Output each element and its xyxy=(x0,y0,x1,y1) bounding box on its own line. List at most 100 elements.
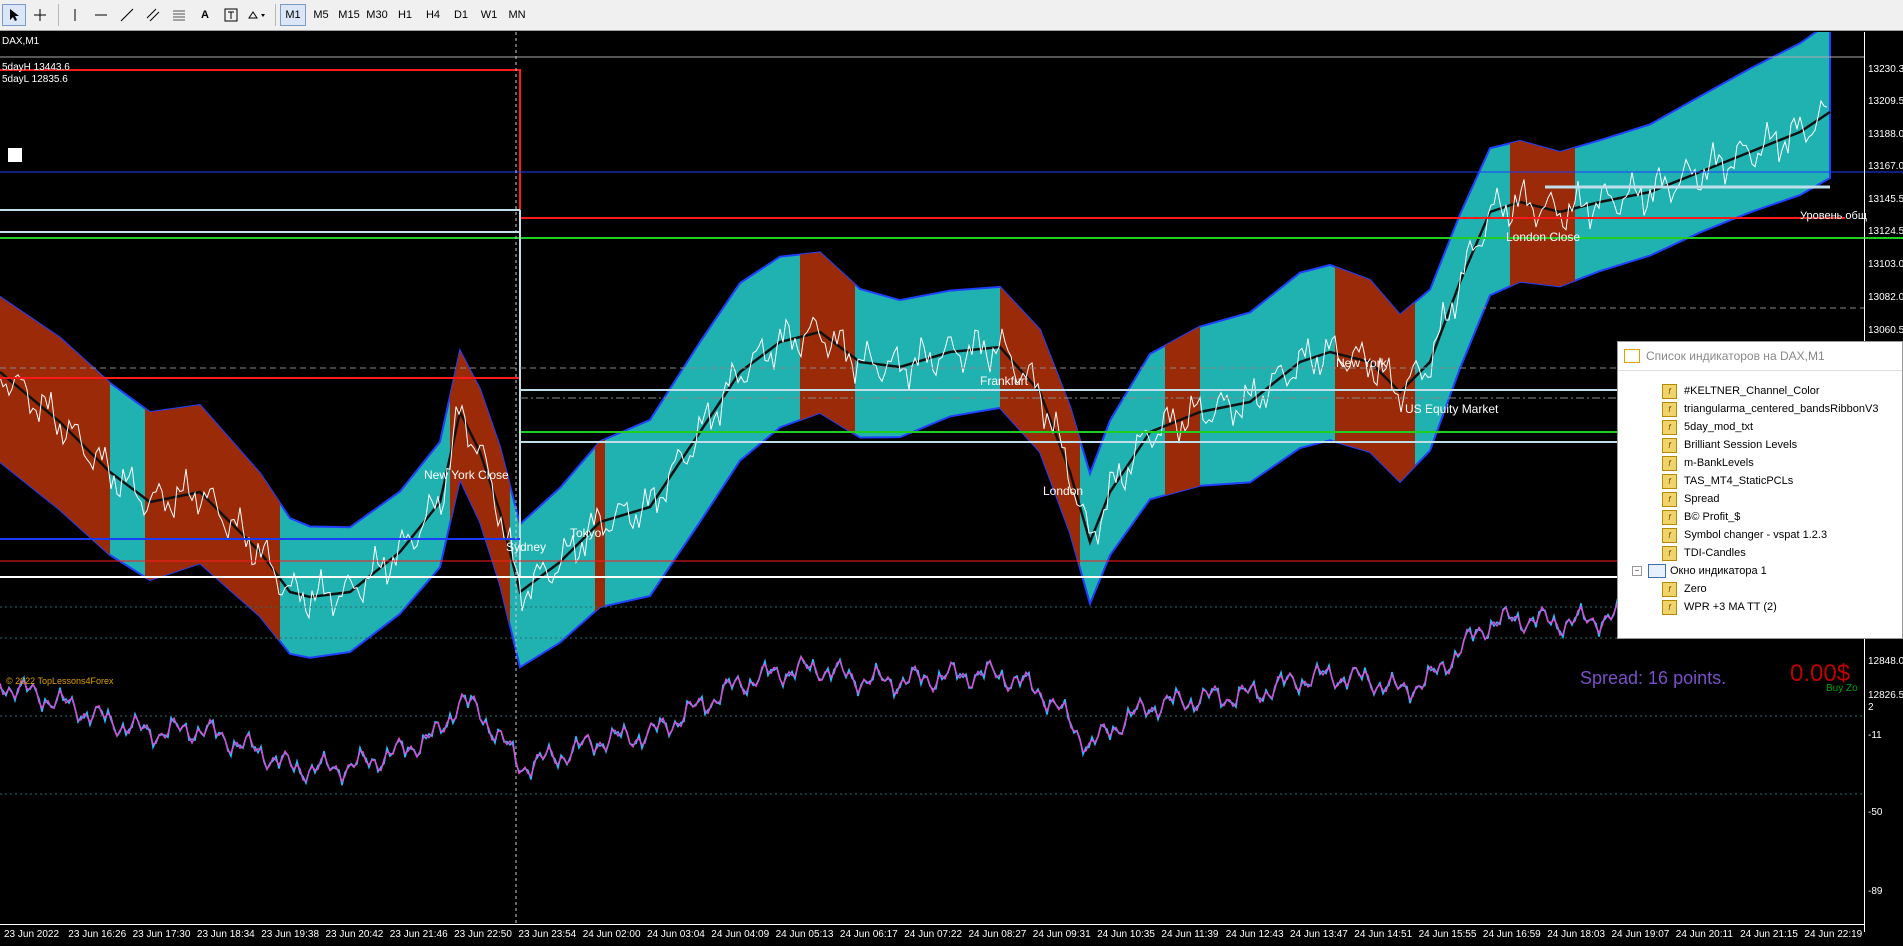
indicator-item[interactable]: f Spread xyxy=(1628,490,1902,508)
copyright-text: © 2022 TopLessons4Forex xyxy=(6,676,114,686)
indicator-item[interactable]: f triangularma_centered_bandsRibbonV3 xyxy=(1628,400,1902,418)
indicator-item[interactable]: f B© Profit_$ xyxy=(1628,508,1902,526)
indicator-item-label: Spread xyxy=(1684,493,1720,505)
indicator-item[interactable]: f Zero xyxy=(1628,580,1902,598)
price-label: 13209.5 xyxy=(1868,96,1903,107)
indicator-item-label: #KELTNER_Channel_Color xyxy=(1684,385,1820,397)
indicator-item[interactable]: f Brilliant Session Levels xyxy=(1628,436,1902,454)
indicator-item-label: WPR +3 MA TT (2) xyxy=(1684,601,1777,613)
indicator-item[interactable]: f WPR +3 MA TT (2) xyxy=(1628,598,1902,616)
subwindow-node[interactable]: − Окно индикатора 1 xyxy=(1628,562,1902,580)
price-label: 13167.0 xyxy=(1868,161,1903,172)
time-axis-label: 24 Jun 02:00 xyxy=(582,929,641,940)
price-label: 12826.5 xyxy=(1868,690,1903,701)
indicator-item[interactable]: f 5day_mod_txt xyxy=(1628,418,1902,436)
indicator-icon: f xyxy=(1662,599,1677,615)
time-axis-label: 24 Jun 09:31 xyxy=(1032,929,1091,940)
indicator-icon: f xyxy=(1662,383,1677,399)
time-axis-label: 24 Jun 14:51 xyxy=(1354,929,1413,940)
session-london-close: London Close xyxy=(1506,230,1581,244)
time-axis-label: 24 Jun 18:03 xyxy=(1547,929,1606,940)
time-axis-label: 24 Jun 21:15 xyxy=(1740,929,1798,940)
fibonacci-icon[interactable] xyxy=(167,4,191,26)
indicator-item-label: TAS_MT4_StaticPCLs xyxy=(1684,475,1794,487)
indicator-item-label: m-BankLevels xyxy=(1684,457,1754,469)
indicator-item[interactable]: f TAS_MT4_StaticPCLs xyxy=(1628,472,1902,490)
time-axis-label: 23 Jun 22:50 xyxy=(454,929,512,940)
time-axis-label: 24 Jun 13:47 xyxy=(1290,929,1348,940)
indicator-item[interactable]: f TDI-Candles xyxy=(1628,544,1902,562)
text-icon[interactable]: A xyxy=(193,4,217,26)
channel-icon[interactable] xyxy=(141,4,165,26)
spread-text: Spread: 16 points. xyxy=(1580,668,1727,688)
time-axis-label: 24 Jun 05:13 xyxy=(775,929,834,940)
indicator-icon: f xyxy=(1662,545,1677,561)
timeframe-m30[interactable]: M30 xyxy=(364,4,390,26)
indicator-icon: f xyxy=(1662,473,1677,489)
indicator-item[interactable]: f #KELTNER_Channel_Color xyxy=(1628,382,1902,400)
timeframe-d1[interactable]: D1 xyxy=(448,4,474,26)
timeframe-h1[interactable]: H1 xyxy=(392,4,418,26)
shapes-icon[interactable] xyxy=(245,4,269,26)
price-label: 13188.0 xyxy=(1868,129,1903,140)
toolbar-divider xyxy=(275,4,276,26)
price-label: 13124.5 xyxy=(1868,226,1903,237)
time-axis-label: 24 Jun 11:39 xyxy=(1161,929,1219,940)
session-frankfurt: Frankfurt xyxy=(980,374,1029,388)
time-axis-label: 23 Jun 23:54 xyxy=(518,929,577,940)
text-label-icon[interactable] xyxy=(219,4,243,26)
indicator-icon: f xyxy=(1662,419,1677,435)
timeframe-w1[interactable]: W1 xyxy=(476,4,502,26)
toolbar-divider xyxy=(58,4,59,26)
collapse-icon[interactable]: − xyxy=(1632,566,1642,576)
indicators-window-icon xyxy=(1624,349,1640,363)
timeframe-m15[interactable]: M15 xyxy=(336,4,362,26)
time-axis-label: 24 Jun 06:17 xyxy=(839,929,898,940)
indicator-item-label: Brilliant Session Levels xyxy=(1684,439,1798,451)
indicator-icon: f xyxy=(1662,401,1677,417)
time-axis-label: 24 Jun 10:35 xyxy=(1097,929,1155,940)
subwindow-label: Окно индикатора 1 xyxy=(1670,565,1767,577)
time-axis-label: 24 Jun 20:11 xyxy=(1675,929,1733,940)
timeframe-m1[interactable]: M1 xyxy=(280,4,306,26)
indicator-item-label: B© Profit_$ xyxy=(1684,511,1741,523)
chart-toolbar: A M1 M5 M15 M30 H1 H4 D1 W1 MN xyxy=(0,0,1903,31)
time-axis-label: 24 Jun 15:55 xyxy=(1418,929,1477,940)
wpr-level-label: -11 xyxy=(1868,730,1882,741)
vertical-line-icon[interactable] xyxy=(63,4,87,26)
indicator-panel-title[interactable]: Список индикаторов на DAX,M1 xyxy=(1618,342,1902,371)
time-axis-label: 23 Jun 17:30 xyxy=(132,929,191,940)
crosshair-icon[interactable] xyxy=(28,4,52,26)
wpr-level-label: 2 xyxy=(1868,702,1874,713)
time-axis-label: 23 Jun 16:26 xyxy=(68,929,127,940)
price-label: 13103.0 xyxy=(1868,259,1903,270)
trendline-icon[interactable] xyxy=(115,4,139,26)
time-axis-label: 24 Jun 07:22 xyxy=(904,929,963,940)
bear-segment xyxy=(145,405,280,642)
price-label: 13082.0 xyxy=(1868,292,1903,303)
time-axis-label: 23 Jun 2022 xyxy=(4,929,60,940)
timeframe-mn[interactable]: MN xyxy=(504,4,530,26)
indicator-list-panel[interactable]: Список индикаторов на DAX,M1 f #KELTNER_C… xyxy=(1617,341,1903,639)
price-label: 13060.5 xyxy=(1868,325,1903,336)
indicator-item[interactable]: f Symbol changer - vspat 1.2.3 xyxy=(1628,526,1902,544)
time-axis-label: 23 Jun 21:46 xyxy=(389,929,448,940)
cursor-icon[interactable] xyxy=(2,4,26,26)
session-new-york-close: New York Close xyxy=(424,468,509,482)
timeframe-m5[interactable]: M5 xyxy=(308,4,334,26)
session-sydney: Sydney xyxy=(506,540,547,554)
time-axis-label: 24 Jun 19:07 xyxy=(1611,929,1670,940)
timeframe-h4[interactable]: H4 xyxy=(420,4,446,26)
indicator-item[interactable]: f m-BankLevels xyxy=(1628,454,1902,472)
price-label: 13230.3 xyxy=(1868,64,1903,75)
level-label: Уровень общ xyxy=(1800,210,1867,222)
time-axis-label: 23 Jun 18:34 xyxy=(196,929,255,940)
indicator-panel-title-text: Список индикаторов на DAX,M1 xyxy=(1646,349,1825,363)
horizontal-line-icon[interactable] xyxy=(89,4,113,26)
bear-segment xyxy=(450,350,510,626)
time-axis-label: 24 Jun 04:09 xyxy=(711,929,770,940)
five-day-high-label: 5dayH 13443.6 xyxy=(2,62,70,73)
bear-segment xyxy=(1335,266,1415,482)
wpr-level-label: -89 xyxy=(1868,886,1883,897)
indicator-tree[interactable]: f #KELTNER_Channel_Color f triangularma_ce… xyxy=(1628,382,1902,638)
